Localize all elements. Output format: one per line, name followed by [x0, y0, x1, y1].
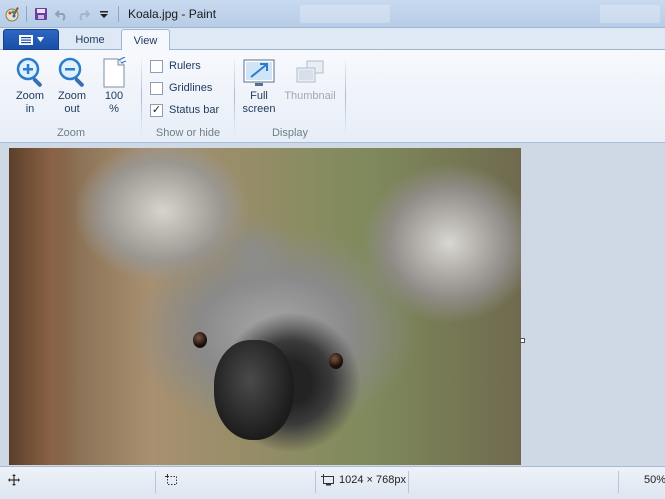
chevron-down-icon	[36, 37, 44, 42]
koala-nose	[214, 340, 294, 440]
status-separator	[408, 471, 409, 493]
title-bar: Koala.jpg - Paint	[0, 0, 665, 28]
show-or-hide-group: Rulers Gridlines ✓ Status bar Show or hi…	[146, 54, 230, 140]
canvas-area[interactable]	[0, 143, 665, 466]
koala-right-eye	[329, 353, 343, 369]
undo-icon[interactable]	[53, 5, 71, 23]
zoom-out-icon	[58, 57, 84, 87]
group-separator	[141, 56, 142, 136]
zoom-100-label: 100 %	[104, 90, 124, 115]
image-size-icon	[321, 474, 334, 486]
background-window-ghost	[600, 5, 660, 23]
display-group: Full screen Thumbnail Display	[238, 54, 342, 140]
status-separator	[618, 471, 619, 493]
zoom-in-label: Zoom in	[15, 90, 45, 115]
zoom-group: Zoom in Zoom out 100 % Zoom	[6, 54, 136, 140]
group-separator	[345, 56, 346, 136]
status-bar-checkbox-box[interactable]: ✓	[150, 103, 163, 117]
selection-icon	[165, 474, 177, 485]
thumbnail-icon	[296, 60, 324, 83]
ribbon-tab-row: Home View	[0, 28, 665, 52]
thumbnail-label: Thumbnail	[284, 90, 336, 102]
tree-branch	[9, 148, 79, 465]
ribbon-view-panel: Zoom in Zoom out 100 % Zoom Rulers Gridl…	[0, 50, 665, 143]
full-screen-icon	[243, 59, 275, 86]
customize-qat-icon[interactable]	[95, 5, 113, 23]
actual-size-icon	[103, 57, 127, 88]
resize-handle-right[interactable]	[520, 338, 525, 343]
zoom-out-button[interactable]: Zoom out	[52, 56, 92, 116]
selection-size	[165, 474, 179, 486]
zoom-100-button[interactable]: 100 %	[94, 56, 134, 116]
status-separator	[155, 471, 156, 493]
group-separator	[234, 56, 235, 136]
qat-separator	[26, 6, 27, 22]
status-bar: 1024 × 768px 50%	[0, 466, 665, 499]
gridlines-checkbox-box[interactable]	[150, 81, 163, 95]
rulers-checkbox-box[interactable]	[150, 59, 163, 73]
paint-app-icon[interactable]	[3, 5, 21, 23]
full-screen-label: Full screen	[242, 90, 276, 115]
paint-menu-button[interactable]	[3, 29, 59, 50]
status-bar-checkbox[interactable]: ✓ Status bar	[150, 101, 219, 119]
save-icon[interactable]	[32, 5, 50, 23]
koala-image[interactable]	[9, 148, 521, 465]
window-title: Koala.jpg - Paint	[128, 7, 217, 21]
zoom-in-icon	[16, 57, 42, 87]
zoom-out-label: Zoom out	[57, 90, 87, 115]
image-size: 1024 × 768px	[321, 474, 406, 486]
quick-access-toolbar	[3, 4, 121, 24]
menu-icon	[18, 34, 33, 45]
rulers-checkbox[interactable]: Rulers	[150, 57, 201, 75]
cursor-position	[8, 474, 20, 486]
thumbnail-button[interactable]: Thumbnail	[282, 56, 338, 103]
redo-icon[interactable]	[74, 5, 92, 23]
zoom-level[interactable]: 50%	[644, 474, 665, 486]
show-or-hide-group-label: Show or hide	[155, 127, 221, 139]
gridlines-label: Gridlines	[169, 82, 213, 94]
rulers-label: Rulers	[169, 60, 201, 72]
move-cursor-icon	[8, 474, 20, 486]
zoom-in-button[interactable]: Zoom in	[10, 56, 50, 116]
image-size-text: 1024 × 768px	[339, 474, 406, 486]
tab-view[interactable]: View	[121, 29, 170, 52]
zoom-group-label: Zoom	[56, 127, 86, 139]
gridlines-checkbox[interactable]: Gridlines	[150, 79, 212, 97]
qat-separator-2	[118, 6, 119, 22]
status-bar-label: Status bar	[169, 104, 220, 116]
koala-left-eye	[193, 332, 207, 348]
full-screen-button[interactable]: Full screen	[239, 56, 279, 116]
status-separator	[315, 471, 316, 493]
checkmark-icon: ✓	[151, 103, 162, 116]
display-group-label: Display	[271, 127, 309, 139]
tab-home[interactable]: Home	[64, 29, 116, 51]
background-toolbar-ghost	[300, 5, 390, 23]
